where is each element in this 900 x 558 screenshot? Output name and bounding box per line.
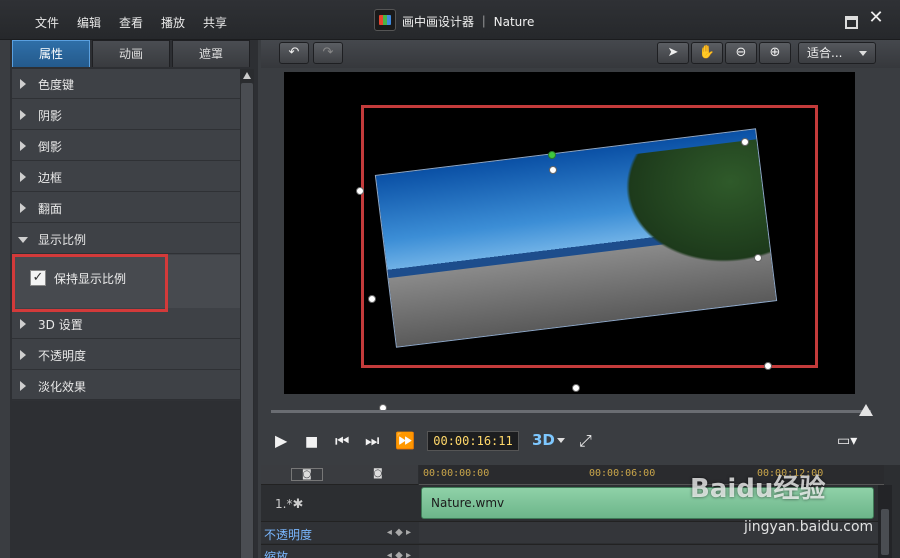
resize-handle-top[interactable] [549, 166, 557, 174]
title-bar: 文件 编辑 查看 播放 共享 画中画设计器 ｜ Nature ✕ [0, 0, 900, 40]
keyframe-label-scale: 缩放 [264, 550, 289, 558]
expand-arrow-icon [20, 141, 26, 151]
chevron-down-icon[interactable] [557, 438, 565, 443]
menu-bar: 文件 编辑 查看 播放 共享 [26, 14, 236, 31]
preview-toolbar: ↶ ↷ ➤ ✋ ⊖ ⊕ 适合... [261, 40, 900, 68]
transport-controls: ▶ ■ ⏮ ⏭ ⏩ 00:00:16:11 3D ⤢ ▭▾ [261, 422, 900, 460]
prop-aspect-ratio[interactable]: 显示比例 [12, 224, 240, 254]
timeline-header: ◙ ◙ [261, 465, 418, 485]
seek-thumb[interactable] [859, 404, 873, 416]
rotate-handle[interactable] [548, 151, 556, 159]
scroll-thumb[interactable] [241, 83, 253, 558]
prop-flip[interactable]: 翻面 [12, 193, 240, 223]
redo-button[interactable]: ↷ [313, 42, 343, 64]
panel-scrollbar[interactable] [240, 69, 254, 558]
tab-mask[interactable]: 遮罩 [172, 40, 250, 67]
ruler-time-1: 00:00:06:00 [589, 468, 656, 479]
play-icon[interactable]: ▶ [275, 432, 287, 450]
menu-share[interactable]: 共享 [194, 14, 236, 31]
zoom-fit-value: 适合... [807, 46, 843, 60]
expand-arrow-icon [20, 319, 26, 329]
preview-canvas[interactable] [284, 72, 855, 412]
seek-bar[interactable] [271, 410, 871, 413]
tab-properties[interactable]: 属性 [12, 40, 90, 67]
stop-icon[interactable]: ■ [305, 433, 318, 451]
clip-name: Nature.wmv [431, 496, 505, 510]
pip-designer-window: 文件 编辑 查看 播放 共享 画中画设计器 ｜ Nature ✕ 属性 动画 遮… [0, 0, 900, 558]
app-logo-icon [374, 9, 396, 31]
next-frame-icon[interactable]: ⏭ [365, 432, 379, 450]
expand-arrow-icon [20, 172, 26, 182]
zoom-in-icon[interactable]: ⊕ [759, 42, 791, 64]
chevron-down-icon [859, 51, 867, 56]
watermark-brand: Baidu经验 [690, 474, 826, 504]
expand-arrow-icon [20, 203, 26, 213]
keyframe-row-opacity: 不透明度 ◂ ◆ ▸ [261, 521, 419, 543]
pip-object[interactable] [374, 109, 778, 367]
zoom-out-icon[interactable]: ⊖ [725, 42, 757, 64]
menu-play[interactable]: 播放 [152, 14, 194, 31]
keyframe-nav-icon[interactable]: ◂ ◆ ▸ [387, 527, 411, 538]
timeline-scroll-thumb[interactable] [881, 509, 889, 555]
prop-shadow[interactable]: 阴影 [12, 100, 240, 130]
keyframe-lane-scale[interactable] [419, 544, 884, 558]
resize-handle-top-left[interactable] [356, 187, 364, 195]
keyframe-row-scale: 缩放 ◂ ◆ ▸ [261, 544, 419, 558]
expand-arrow-icon [20, 110, 26, 120]
property-list: 色度键 阴影 倒影 边框 翻面 显示比例 ✓ 保持显示比例 3D 设置 不透明度… [12, 69, 240, 401]
track-view-toggle-icon[interactable]: ◙ [291, 468, 323, 481]
maximize-icon[interactable] [845, 16, 858, 29]
tab-animation[interactable]: 动画 [92, 40, 170, 67]
track-label: 1.*✱ [275, 497, 303, 512]
scroll-up-icon[interactable] [243, 72, 251, 79]
pan-hand-tool-icon[interactable]: ✋ [691, 42, 723, 64]
prop-fade[interactable]: 淡化效果 [12, 371, 240, 401]
zoom-fit-dropdown[interactable]: 适合... [798, 42, 876, 64]
3d-mode-icon[interactable]: 3D [532, 431, 555, 449]
hill-area [607, 136, 778, 287]
keyframe-label-opacity: 不透明度 [264, 528, 313, 542]
resize-handle-bottom-right[interactable] [764, 362, 772, 370]
ruler-time-0: 00:00:00:00 [423, 468, 490, 479]
resize-handle-bottom[interactable] [572, 384, 580, 392]
nature-image [374, 128, 778, 348]
window-title: 画中画设计器 ｜ Nature [402, 15, 535, 29]
menu-edit[interactable]: 编辑 [68, 14, 110, 31]
collapse-arrow-icon [18, 237, 28, 243]
prop-border[interactable]: 边框 [12, 162, 240, 192]
prop-3d-settings[interactable]: 3D 设置 [12, 309, 240, 339]
undo-button[interactable]: ↶ [279, 42, 309, 64]
fast-forward-icon[interactable]: ⏩ [395, 432, 415, 450]
watermark-url: jingyan.baidu.com [744, 519, 874, 535]
fullscreen-icon[interactable]: ⤢ [579, 432, 592, 450]
resize-handle-left[interactable] [368, 295, 376, 303]
track-label-text: 1.* [275, 497, 293, 511]
previous-frame-icon[interactable]: ⏮ [335, 432, 349, 450]
timeline-scrollbar[interactable] [878, 485, 892, 558]
prop-reflection[interactable]: 倒影 [12, 131, 240, 161]
close-icon[interactable]: ✕ [868, 9, 884, 27]
menu-view[interactable]: 查看 [110, 14, 152, 31]
prop-chroma-key[interactable]: 色度键 [12, 69, 240, 99]
menu-file[interactable]: 文件 [26, 14, 68, 31]
display-mode-icon[interactable]: ▭▾ [837, 432, 857, 450]
expand-arrow-icon [20, 350, 26, 360]
expand-arrow-icon [20, 79, 26, 89]
expand-arrow-icon [20, 381, 26, 391]
asterisk-icon: ✱ [292, 497, 304, 512]
select-move-tool-icon[interactable]: ➤ [657, 42, 689, 64]
panel-tabs: 属性 动画 遮罩 [12, 40, 250, 67]
keyframe-view-toggle-icon[interactable]: ◙ [373, 468, 383, 479]
highlight-annotation-box [12, 254, 168, 312]
resize-handle-top-right[interactable] [741, 138, 749, 146]
timecode-display: 00:00:16:11 [427, 431, 519, 451]
keyframe-nav-icon[interactable]: ◂ ◆ ▸ [387, 550, 411, 558]
prop-opacity[interactable]: 不透明度 [12, 340, 240, 370]
resize-handle-right[interactable] [754, 254, 762, 262]
